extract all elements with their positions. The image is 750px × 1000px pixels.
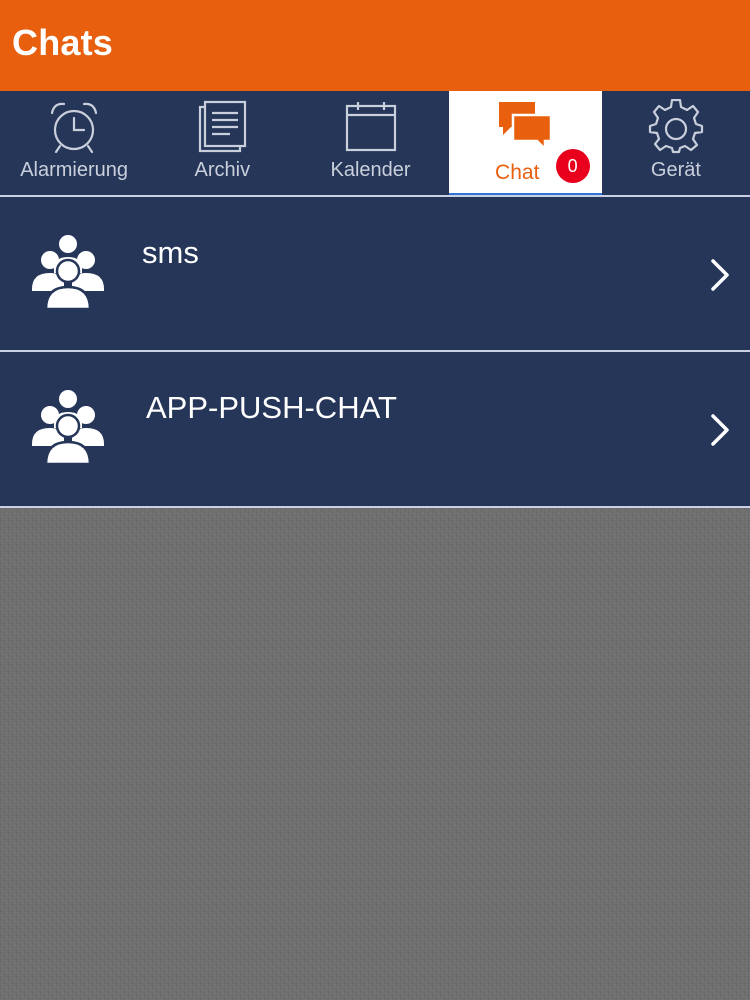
tab-archiv[interactable]: Archiv	[148, 91, 296, 195]
unread-badge: 0	[555, 149, 590, 183]
chat-name: APP-PUSH-CHAT	[146, 390, 397, 425]
tab-label: Alarmierung	[20, 159, 129, 181]
chat-list-item[interactable]: APP-PUSH-CHAT	[0, 350, 750, 508]
tab-bar: Alarmierung Archiv Kalender Chat 0 Gerät	[0, 91, 750, 197]
empty-content-area	[0, 510, 750, 1000]
chevron-right-icon	[711, 259, 729, 291]
tab-kalender[interactable]: Kalender	[296, 91, 444, 195]
tab-geraet[interactable]: Gerät	[602, 91, 750, 195]
tab-label: Archiv	[194, 159, 251, 181]
alarm-clock-icon	[51, 102, 98, 154]
chat-list: sms APP-PUSH-CHAT	[0, 195, 750, 508]
group-icon	[32, 390, 104, 464]
document-icon	[199, 100, 247, 153]
chevron-right-icon	[711, 414, 729, 446]
tab-label: Gerät	[650, 159, 701, 181]
group-icon	[32, 235, 104, 309]
chat-name: sms	[142, 235, 199, 270]
gear-icon	[648, 99, 704, 154]
chat-bubbles-icon	[499, 102, 553, 153]
tab-alarmierung[interactable]: Alarmierung	[0, 91, 148, 195]
tab-chat[interactable]: Chat 0	[448, 91, 602, 197]
tab-label: Kalender	[330, 159, 411, 181]
chat-list-item[interactable]: sms	[0, 195, 750, 350]
calendar-icon	[345, 102, 396, 152]
page-title: Chats	[12, 22, 114, 63]
app-header: Chats	[0, 0, 750, 91]
